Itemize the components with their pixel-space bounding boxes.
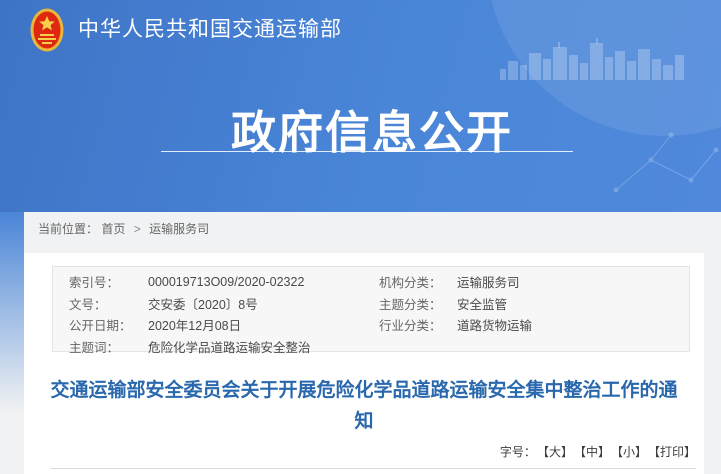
site-brand[interactable]: 中华人民共和国交通运输部 <box>30 8 342 52</box>
breadcrumb-current-link[interactable]: 运输服务司 <box>149 222 209 236</box>
meta-row-agency-category: 机构分类： 运输服务司 <box>371 271 689 293</box>
site-name[interactable]: 中华人民共和国交通运输部 <box>78 8 342 52</box>
meta-row-index-number: 索引号： 000019713O09/2020-02322 <box>53 271 371 293</box>
breadcrumb: 当前位置： 首页 > 运输服务司 <box>38 221 209 238</box>
breadcrumb-separator: > <box>134 222 141 236</box>
network-lines-decoration <box>611 130 721 210</box>
meta-column-left: 索引号： 000019713O09/2020-02322 文号： 交安委〔202… <box>53 271 371 357</box>
document-title: 交通运输部安全委员会关于开展危险化学品道路运输安全集中整治工作的通知 <box>44 375 684 437</box>
font-size-toolbar: 字号： 【大】【中】【小】【打印】 <box>500 443 696 460</box>
breadcrumb-label: 当前位置： <box>38 222 98 236</box>
print-button[interactable]: 【打印】 <box>654 445 696 459</box>
meta-column-right: 机构分类： 运输服务司 主题分类： 安全监管 行业分类： 道路货物运输 <box>371 271 689 336</box>
meta-row-keywords: 主题词： 危险化学品道路运输安全整治 <box>53 336 371 358</box>
site-header: 中华人民共和国交通运输部 政府信息公开 <box>0 0 721 212</box>
document-meta-table: 索引号： 000019713O09/2020-02322 文号： 交安委〔202… <box>52 266 690 352</box>
city-skyline-graphic <box>500 38 685 80</box>
content-panel: 索引号： 000019713O09/2020-02322 文号： 交安委〔202… <box>24 253 704 474</box>
font-size-medium-button[interactable]: 【中】 <box>580 445 610 459</box>
font-size-large-button[interactable]: 【大】 <box>543 445 573 459</box>
meta-row-topic-category: 主题分类： 安全监管 <box>371 293 689 315</box>
font-size-small-button[interactable]: 【小】 <box>617 445 647 459</box>
content-divider <box>50 468 696 469</box>
national-emblem-icon <box>30 8 64 52</box>
meta-row-publish-date: 公开日期： 2020年12月08日 <box>53 314 371 336</box>
font-size-label: 字号： <box>500 445 536 459</box>
meta-row-industry-category: 行业分类： 道路货物运输 <box>371 314 689 336</box>
breadcrumb-home-link[interactable]: 首页 <box>101 222 125 236</box>
meta-row-doc-number: 文号： 交安委〔2020〕8号 <box>53 293 371 315</box>
left-gradient-strip <box>0 212 24 412</box>
title-underline <box>161 151 573 152</box>
